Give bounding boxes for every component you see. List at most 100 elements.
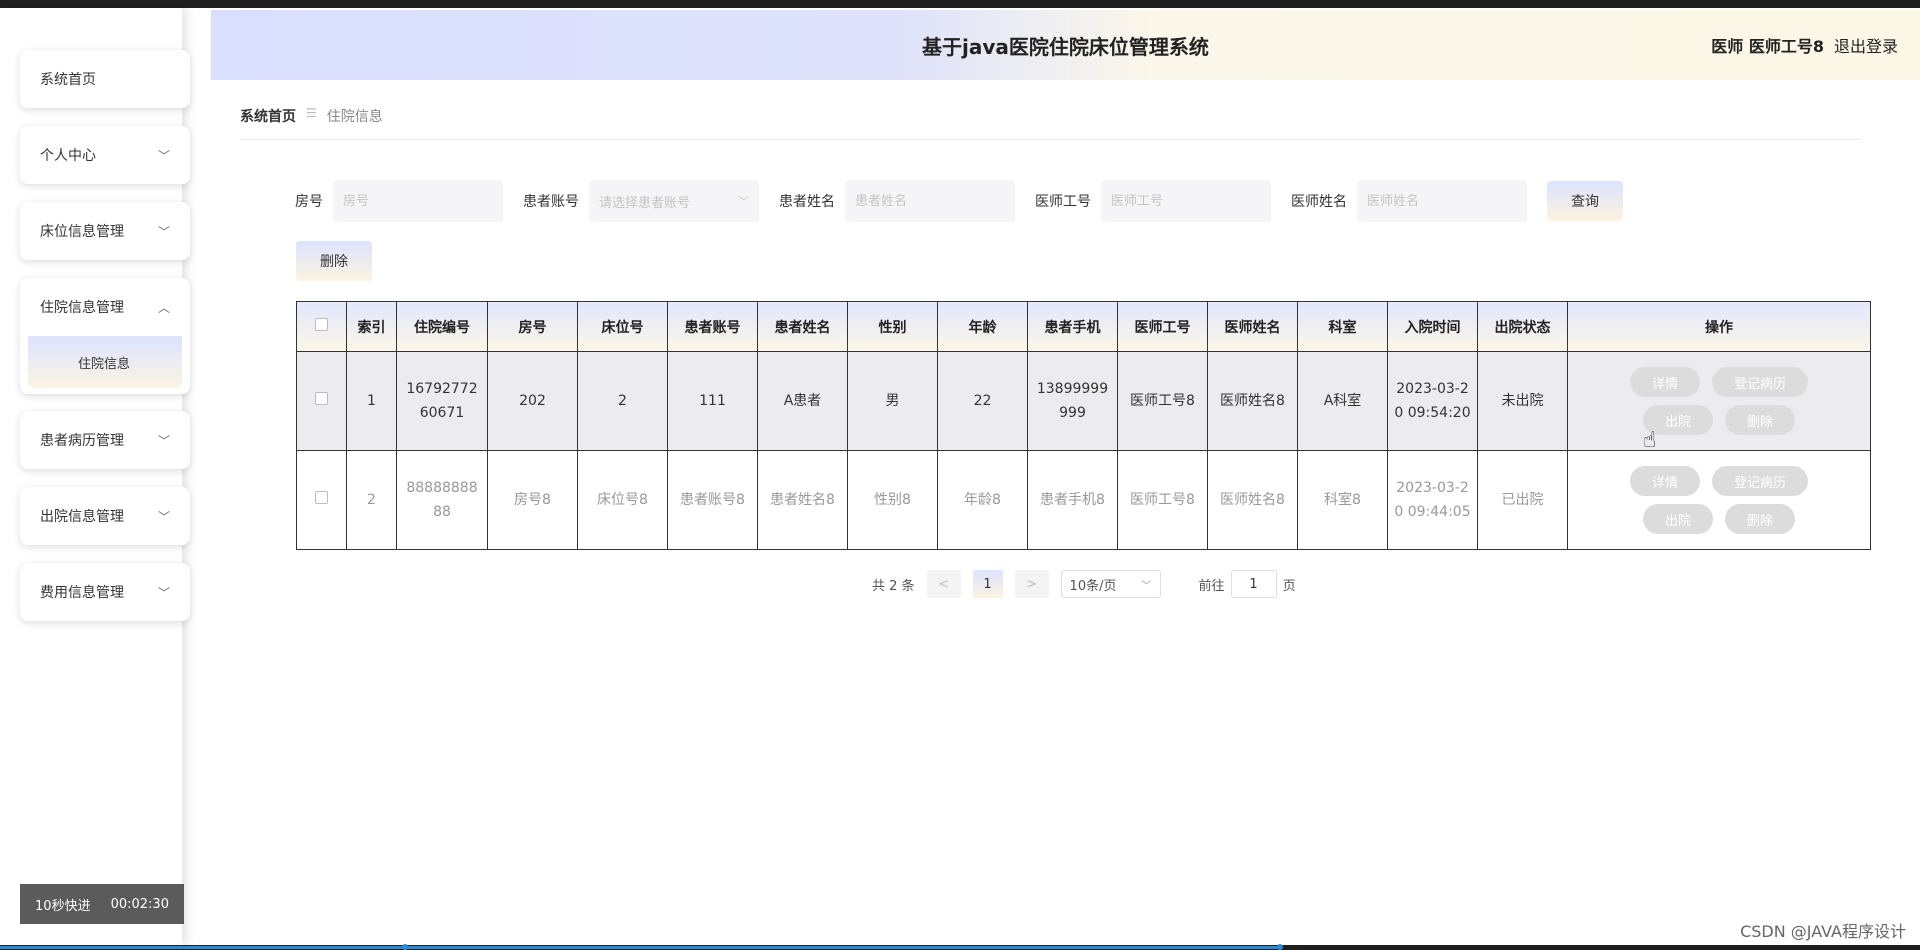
patient-account-placeholder: 请选择患者账号 xyxy=(599,195,691,211)
progress-marker[interactable] xyxy=(402,944,408,950)
cell-doctor-name: 医师姓名8 xyxy=(1207,351,1298,451)
column-header: 住院编号 xyxy=(396,301,488,352)
table-row[interactable]: 1 1679277260671 202 2 111 A患者 男 22 13899… xyxy=(296,351,1871,451)
sidebar-item-discharge-management[interactable]: 出院信息管理 ﹀ xyxy=(20,487,190,545)
discharge-button[interactable]: 出院 xyxy=(1642,504,1713,534)
row-select-cell[interactable] xyxy=(296,450,347,550)
sidebar-item-medical-record-management[interactable]: 患者病历管理 ﹀ xyxy=(20,411,190,469)
column-header: 年龄 xyxy=(937,301,1028,352)
skip-forward-button[interactable]: 10秒快进 xyxy=(35,895,91,914)
room-input[interactable] xyxy=(333,180,503,222)
column-header: 出院状态 xyxy=(1477,301,1568,352)
logout-link[interactable]: 退出登录 xyxy=(1834,33,1898,57)
video-control-bar[interactable]: 10秒快进 00:02:30 xyxy=(20,884,184,924)
breadcrumb-home[interactable]: 系统首页 xyxy=(240,106,296,126)
column-header: 入院时间 xyxy=(1387,301,1478,352)
cell-doctor-name: 医师姓名8 xyxy=(1207,450,1298,550)
table-row[interactable]: 2 8888888888 房号8 床位号8 患者账号8 患者姓名8 性别8 年龄… xyxy=(296,450,1871,550)
row-delete-button[interactable]: 删除 xyxy=(1725,504,1796,534)
register-record-button[interactable]: 登记病历 xyxy=(1712,466,1809,496)
sidebar-item-bed-management[interactable]: 床位信息管理 ﹀ xyxy=(20,202,190,260)
select-all-cell[interactable] xyxy=(296,301,347,352)
chevron-down-icon: ﹀ xyxy=(157,585,170,600)
detail-button[interactable]: 详情 xyxy=(1629,367,1700,397)
column-header: 科室 xyxy=(1297,301,1388,352)
page-number-1[interactable]: 1 xyxy=(972,570,1003,598)
top-header: 基于java医院住院床位管理系统 医师 医师工号8 退出登录 xyxy=(211,10,1920,80)
sidebar-item-personal-center[interactable]: 个人中心 ﹀ xyxy=(20,126,190,184)
cell-dept: A科室 xyxy=(1297,351,1388,451)
room-label: 房号 xyxy=(295,194,323,210)
query-button[interactable]: 查询 xyxy=(1547,181,1623,221)
column-header: 患者账号 xyxy=(667,301,758,352)
cell-age: 22 xyxy=(937,351,1028,451)
row-checkbox[interactable] xyxy=(315,392,328,405)
sidebar-item-home[interactable]: 系统首页 xyxy=(20,50,190,108)
hand-cursor-icon: ☝ xyxy=(1643,428,1657,453)
column-header: 操作 xyxy=(1567,301,1871,352)
goto-page-input[interactable] xyxy=(1230,570,1277,598)
sidebar-item-label: 系统首页 xyxy=(40,72,96,88)
cell-bed: 2 xyxy=(577,351,668,451)
cell-operations: 详情 登记病历 出院 删除 xyxy=(1567,450,1871,550)
cell-status: 未出院 xyxy=(1477,351,1568,451)
cell-gender: 性别8 xyxy=(847,450,938,550)
chevron-down-icon: ﹀ xyxy=(157,433,170,448)
system-title: 基于java医院住院床位管理系统 xyxy=(922,34,1209,59)
cell-gender: 男 xyxy=(847,351,938,451)
doctor-id-input[interactable] xyxy=(1101,180,1271,222)
patient-name-input[interactable] xyxy=(845,180,1015,222)
patient-account-label: 患者账号 xyxy=(523,194,579,210)
chevron-down-icon: ﹀ xyxy=(157,224,170,239)
column-header: 性别 xyxy=(847,301,938,352)
cell-status: 已出院 xyxy=(1477,450,1568,550)
row-checkbox[interactable] xyxy=(315,491,328,504)
doctor-name-input[interactable] xyxy=(1357,180,1527,222)
goto-prefix: 前往 xyxy=(1198,578,1225,594)
row-delete-button[interactable]: 删除 xyxy=(1725,405,1796,435)
column-header: 医师工号 xyxy=(1117,301,1208,352)
breadcrumb: 系统首页 ☰ 住院信息 xyxy=(240,106,1860,140)
cell-name: A患者 xyxy=(757,351,848,451)
cell-room: 房号8 xyxy=(487,450,578,550)
cell-admit-time: 2023-03-20 09:44:05 xyxy=(1387,450,1478,550)
next-page-button[interactable]: > xyxy=(1014,570,1049,598)
cell-account: 患者账号8 xyxy=(667,450,758,550)
patient-name-label: 患者姓名 xyxy=(779,194,835,210)
page-size-value: 10条/页 xyxy=(1069,578,1117,594)
video-progress-bar[interactable] xyxy=(0,946,1280,949)
window-top-strip xyxy=(0,0,1920,8)
cell-index: 1 xyxy=(346,351,397,451)
row-select-cell[interactable] xyxy=(296,351,347,451)
chevron-down-icon: ﹀ xyxy=(157,148,170,163)
sidebar-item-fee-management[interactable]: 费用信息管理 ﹀ xyxy=(20,563,190,621)
detail-button[interactable]: 详情 xyxy=(1629,466,1700,496)
register-record-button[interactable]: 登记病历 xyxy=(1712,367,1809,397)
cell-inpatient-no: 1679277260671 xyxy=(396,351,488,451)
cell-account: 111 xyxy=(667,351,758,451)
cell-doctor-id: 医师工号8 xyxy=(1117,450,1208,550)
total-count: 共 2 条 xyxy=(872,578,915,594)
sidebar-subitem-inpatient-info[interactable]: 住院信息 xyxy=(28,336,182,388)
pagination: 共 2 条 < 1 > 10条/页 ﹀ 前往 页 xyxy=(872,570,1296,598)
goto-suffix: 页 xyxy=(1282,578,1296,594)
patient-account-select[interactable]: 请选择患者账号 ﹀ xyxy=(589,180,759,222)
column-header: 索引 xyxy=(346,301,397,352)
cell-phone: 13899999999 xyxy=(1027,351,1118,451)
cell-dept: 科室8 xyxy=(1297,450,1388,550)
prev-page-button[interactable]: < xyxy=(926,570,961,598)
cell-bed: 床位号8 xyxy=(577,450,668,550)
column-header: 患者手机 xyxy=(1027,301,1118,352)
doctor-name-label: 医师姓名 xyxy=(1291,194,1347,210)
cell-name: 患者姓名8 xyxy=(757,450,848,550)
batch-delete-button[interactable]: 删除 xyxy=(296,241,372,281)
sidebar-item-inpatient-management[interactable]: 住院信息管理 ︿ 住院信息 xyxy=(20,278,190,394)
progress-handle[interactable] xyxy=(1277,944,1283,950)
breadcrumb-separator-icon: ☰ xyxy=(306,106,317,120)
sidebar-item-label: 患者病历管理 xyxy=(40,433,124,449)
select-all-checkbox[interactable] xyxy=(315,318,328,331)
sidebar-item-label: 住院信息管理 xyxy=(40,300,124,316)
page-size-select[interactable]: 10条/页 ﹀ xyxy=(1060,570,1161,598)
watermark: CSDN @JAVA程序设计 xyxy=(1740,922,1906,941)
column-header: 患者姓名 xyxy=(757,301,848,352)
